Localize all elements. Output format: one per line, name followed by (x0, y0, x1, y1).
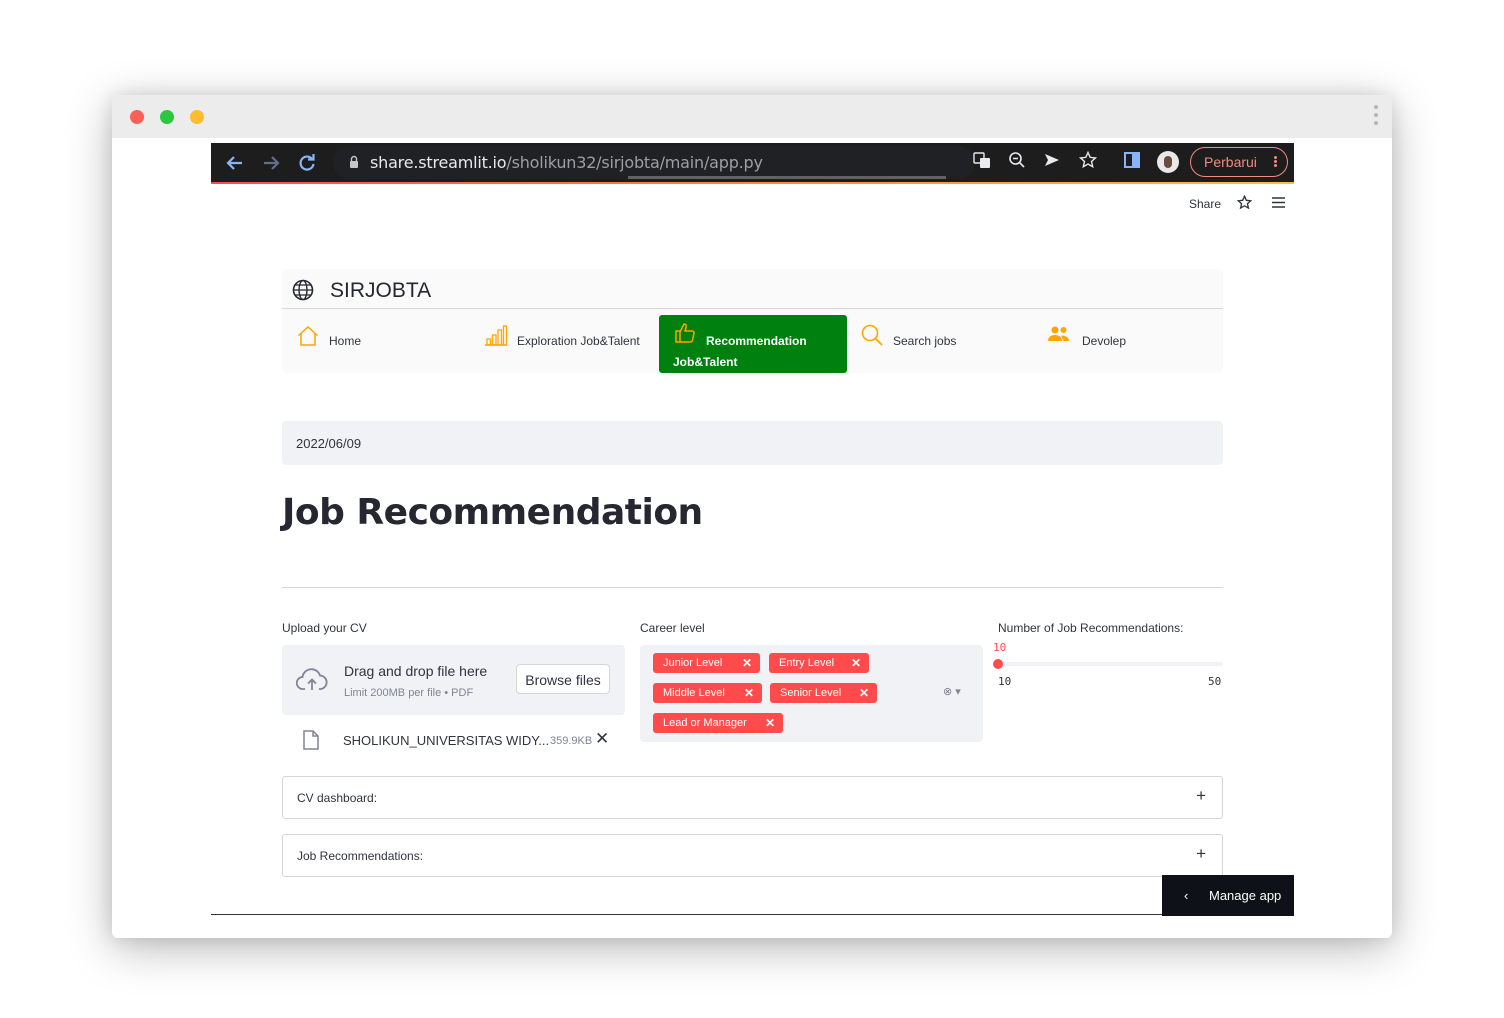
tag-label: Senior Level (780, 687, 842, 699)
date-info-box: 2022/06/09 (282, 421, 1223, 465)
bookmark-star-icon[interactable] (1077, 150, 1099, 173)
remove-file-button[interactable]: ✕ (595, 729, 609, 749)
menu-divider (282, 308, 1223, 309)
address-bar[interactable]: share.streamlit.io/sholikun32/sirjobta/m… (333, 146, 975, 179)
section-divider (282, 587, 1223, 588)
dropzone-instructions: Drag and drop file here (344, 663, 488, 679)
browser-viewport: share.streamlit.io/sholikun32/sirjobta/m… (211, 143, 1294, 916)
menu-item-exploration[interactable]: Exploration Job&Talent (478, 316, 658, 371)
tag-remove-icon[interactable]: ✕ (765, 713, 775, 733)
file-dropzone[interactable]: Drag and drop file here Limit 200MB per … (282, 645, 625, 715)
slider-track[interactable] (998, 662, 1223, 666)
chrome-menu-icon[interactable] (1274, 156, 1277, 168)
reload-icon[interactable] (297, 151, 317, 175)
send-icon[interactable] (1041, 151, 1063, 173)
app-brand-title: SIRJOBTA (330, 279, 432, 302)
upload-label: Upload your CV (282, 621, 367, 635)
tag-entry-level: Entry Level ✕ (769, 653, 869, 673)
uploaded-file-name: SHOLIKUN_UNIVERSITAS WIDY... (343, 733, 550, 748)
tag-remove-icon[interactable]: ✕ (859, 683, 869, 703)
slider-thumb[interactable] (993, 659, 1003, 669)
career-level-multiselect[interactable]: Junior Level ✕ Entry Level ✕ Middle Leve… (640, 645, 983, 742)
page-load-progress (628, 176, 946, 179)
globe-icon (292, 279, 314, 301)
update-label: Perbarui (1204, 154, 1257, 170)
menu-label-recommendation-line2: Job&Talent (673, 355, 738, 369)
window-titlebar (112, 95, 1392, 138)
lock-icon (350, 155, 358, 168)
translate-icon[interactable] (971, 151, 993, 173)
clear-dropdown-icon[interactable]: ⊗ ▾ (943, 685, 961, 698)
career-level-label: Career level (640, 621, 705, 635)
back-icon[interactable] (225, 151, 245, 175)
browse-files-button[interactable]: Browse files (516, 664, 610, 694)
menu-label-exploration: Exploration Job&Talent (517, 334, 640, 348)
maximize-window-button[interactable] (160, 110, 174, 124)
profile-avatar[interactable] (1157, 151, 1179, 173)
search-icon (861, 324, 883, 346)
minimize-window-button[interactable] (190, 110, 204, 124)
chevron-left-icon: ‹ (1184, 888, 1189, 903)
home-icon (297, 325, 319, 346)
tag-middle-level: Middle Level ✕ (653, 683, 762, 703)
slider-current-value: 10 (993, 641, 1007, 654)
side-panel-icon[interactable] (1121, 151, 1143, 173)
page-title: Job Recommendation (282, 492, 703, 533)
tag-label: Entry Level (779, 657, 835, 669)
browser-toolbar: share.streamlit.io/sholikun32/sirjobta/m… (211, 143, 1294, 184)
cv-dashboard-label: CV dashboard: (297, 791, 378, 805)
streamlit-decoration-bar (211, 182, 1294, 184)
tag-label: Middle Level (663, 687, 725, 699)
hamburger-menu-icon[interactable] (1271, 196, 1286, 212)
cv-dashboard-expander[interactable]: CV dashboard: + (282, 776, 1223, 819)
update-button[interactable]: Perbarui (1190, 147, 1288, 177)
url-host: share.streamlit.io (370, 153, 507, 172)
tag-senior-level: Senior Level ✕ (770, 683, 877, 703)
tag-lead-or-manager: Lead or Manager ✕ (653, 713, 783, 733)
expand-plus-icon: + (1196, 786, 1206, 805)
share-button[interactable]: Share (1189, 197, 1221, 211)
bar-chart-icon (485, 325, 508, 346)
manage-app-label: Manage app (1209, 888, 1282, 903)
browser-window: share.streamlit.io/sholikun32/sirjobta/m… (112, 95, 1392, 938)
expand-plus-icon: + (1196, 844, 1206, 863)
url-text: share.streamlit.io/sholikun32/sirjobta/m… (370, 153, 763, 172)
cloud-upload-icon (296, 668, 328, 690)
date-text: 2022/06/09 (296, 436, 362, 451)
viewport-bottom-border (211, 914, 1294, 915)
tag-remove-icon[interactable]: ✕ (851, 653, 861, 673)
manage-app-button[interactable]: ‹ Manage app (1162, 875, 1294, 916)
menu-label-recommendation-line1: Recommendation (706, 334, 807, 348)
job-recommendations-label: Job Recommendations: (297, 849, 424, 863)
forward-icon[interactable] (261, 151, 281, 175)
tag-junior-level: Junior Level ✕ (653, 653, 760, 673)
slider-min-label: 10 (998, 675, 1012, 688)
tag-label: Lead or Manager (663, 717, 747, 729)
dropzone-limit: Limit 200MB per file • PDF (344, 687, 474, 699)
tag-remove-icon[interactable]: ✕ (742, 653, 752, 673)
menu-item-devolep[interactable]: Devolep (1047, 316, 1217, 371)
menu-label-home: Home (329, 334, 362, 348)
file-icon (303, 730, 319, 750)
close-window-button[interactable] (130, 110, 144, 124)
star-icon[interactable] (1236, 194, 1253, 213)
recommendations-count-label: Number of Job Recommendations: (998, 621, 1184, 635)
job-recommendations-expander[interactable]: Job Recommendations: + (282, 834, 1223, 877)
tag-label: Junior Level (663, 657, 723, 669)
window-menu-icon[interactable] (1374, 105, 1378, 129)
menu-item-search[interactable]: Search jobs (858, 316, 1038, 371)
menu-label-devolep: Devolep (1082, 334, 1127, 348)
thumbs-up-icon (675, 323, 695, 343)
slider-max-label: 50 (1208, 675, 1222, 688)
menu-item-home[interactable]: Home (290, 316, 470, 371)
people-icon (1048, 326, 1069, 341)
uploaded-file-size: 359.9KB (550, 735, 593, 747)
url-path: /sholikun32/sirjobta/main/app.py (506, 153, 763, 172)
menu-item-recommendation[interactable]: Recommendation Job&Talent (659, 315, 847, 373)
tag-remove-icon[interactable]: ✕ (744, 683, 754, 703)
zoom-out-icon[interactable] (1006, 151, 1028, 173)
option-menu: SIRJOBTA Home Exploration Job&Talent Rec… (282, 269, 1223, 373)
menu-label-search: Search jobs (893, 334, 957, 348)
